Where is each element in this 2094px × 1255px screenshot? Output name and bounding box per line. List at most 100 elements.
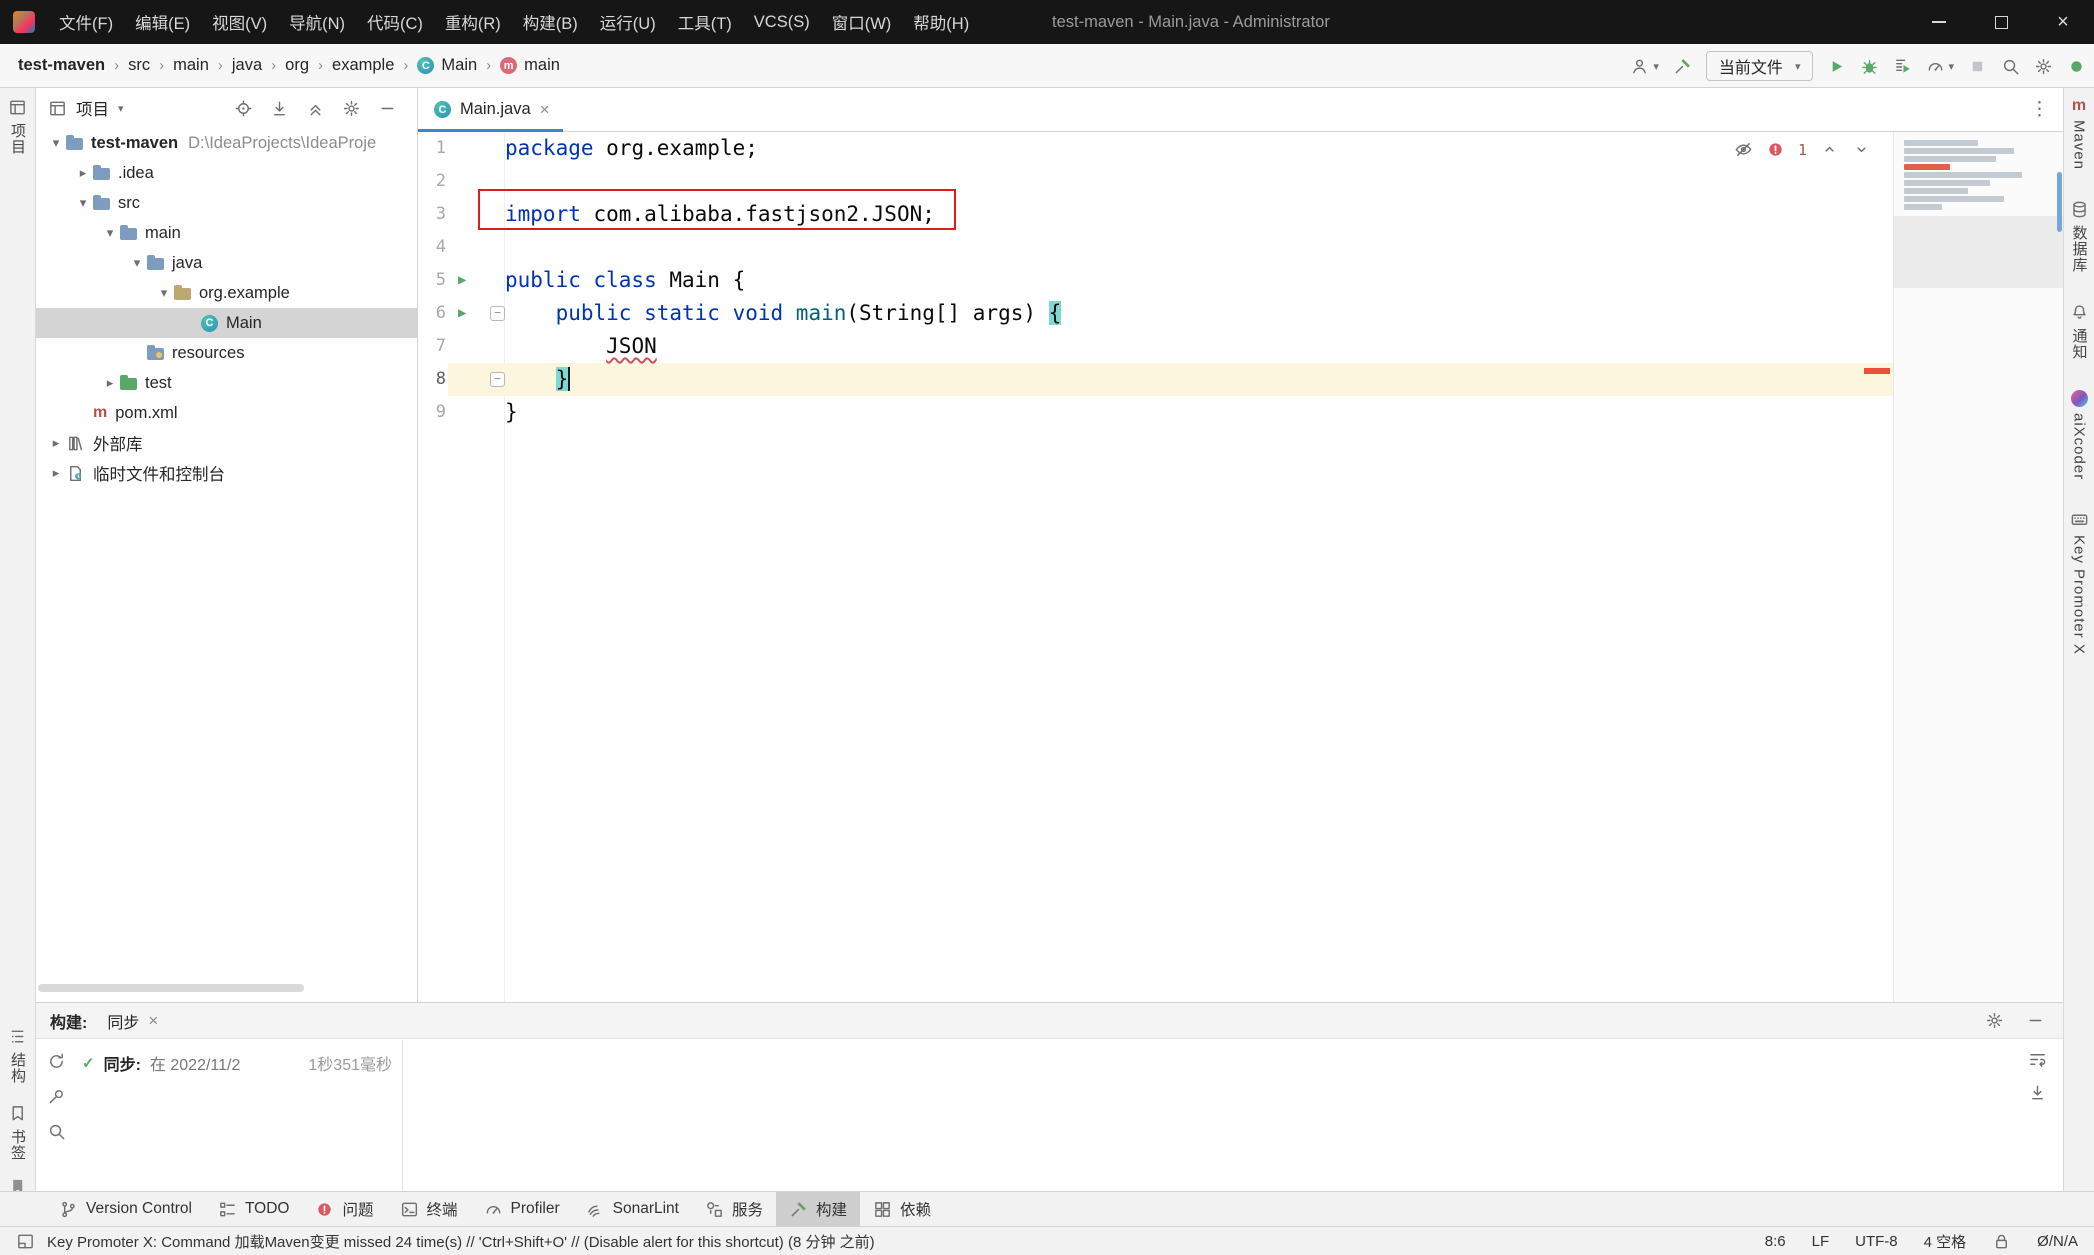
pin-icon[interactable] — [47, 1087, 66, 1106]
status-message[interactable]: Key Promoter X: Command 加载Maven变更 missed… — [47, 1231, 875, 1252]
toolwindow-button[interactable]: 构建 — [776, 1192, 860, 1226]
menubar-item[interactable]: 帮助(H) — [902, 0, 980, 44]
tree-row[interactable]: ▸.idea — [36, 158, 417, 188]
menubar-item[interactable]: 构建(B) — [512, 0, 589, 44]
toolwindow-button[interactable]: SonarLint — [573, 1192, 692, 1226]
stripe-button-structure[interactable]: 结构 — [7, 1023, 28, 1088]
build-hammer-button[interactable] — [1673, 57, 1692, 76]
caret-position[interactable]: 8:6 — [1765, 1233, 1786, 1250]
tab-main-java[interactable]: C Main.java × — [418, 88, 563, 132]
horizontal-scrollbar[interactable] — [38, 984, 304, 992]
settings-button[interactable] — [2034, 57, 2053, 76]
run-config-select[interactable]: 当前文件 ▾ — [1706, 51, 1814, 81]
gear-icon[interactable] — [1985, 1011, 2004, 1030]
status-extra[interactable]: Ø/N/A — [2037, 1233, 2078, 1250]
scrollbar-thumb[interactable] — [2057, 172, 2062, 232]
tree-row[interactable]: ▾main — [36, 218, 417, 248]
plugin-status-icon[interactable] — [2067, 57, 2086, 76]
menubar-item[interactable]: 编辑(E) — [124, 0, 201, 44]
breadcrumb-item[interactable]: example — [332, 56, 394, 75]
stripe-button-aixcoder[interactable]: aiXcoder — [2071, 386, 2088, 484]
toolwindow-button[interactable]: 依赖 — [860, 1192, 944, 1226]
tree-row[interactable]: ▾src — [36, 188, 417, 218]
breadcrumb-item[interactable]: src — [128, 56, 150, 75]
tree-row[interactable]: CMain — [36, 308, 417, 338]
line-number[interactable]: 8 — [418, 363, 446, 396]
profiler-button[interactable]: ▾ — [1926, 57, 1954, 76]
chevron-down-icon[interactable]: ▾ — [118, 102, 124, 115]
more-tabs-icon[interactable]: ⋮ — [2030, 98, 2049, 121]
user-menu-button[interactable]: ▾ — [1630, 57, 1659, 76]
menubar-item[interactable]: 视图(V) — [201, 0, 278, 44]
breadcrumb-item[interactable]: java — [232, 56, 262, 75]
menubar-item[interactable]: 工具(T) — [667, 0, 743, 44]
toolwindow-button[interactable]: 服务 — [692, 1192, 776, 1226]
next-error-icon[interactable] — [1852, 140, 1871, 159]
locate-file-icon[interactable] — [234, 99, 253, 118]
menubar-item[interactable]: 运行(U) — [589, 0, 667, 44]
soft-wrap-icon[interactable] — [2028, 1050, 2047, 1069]
tree-row[interactable]: resources — [36, 338, 417, 368]
scroll-to-end-icon[interactable] — [2028, 1083, 2047, 1102]
toolwindow-button[interactable]: Version Control — [46, 1192, 205, 1226]
coverage-button[interactable] — [1893, 57, 1912, 76]
tree-row[interactable]: ▾org.example — [36, 278, 417, 308]
error-stripe-mark[interactable] — [1864, 368, 1890, 374]
tree-row[interactable]: ▸test — [36, 368, 417, 398]
breadcrumb-item[interactable]: test-maven — [18, 56, 105, 75]
tree-chevron-icon[interactable]: ▸ — [46, 465, 66, 481]
stop-button[interactable] — [1968, 57, 1987, 76]
file-encoding[interactable]: UTF-8 — [1855, 1233, 1898, 1250]
prev-error-icon[interactable] — [1820, 140, 1839, 159]
fold-icon[interactable]: − — [490, 372, 505, 387]
tree-chevron-icon[interactable]: ▸ — [46, 435, 66, 451]
debug-button[interactable] — [1860, 57, 1879, 76]
line-number[interactable]: 5 — [418, 264, 446, 297]
rerun-icon[interactable] — [47, 1052, 66, 1071]
line-separator[interactable]: LF — [1812, 1233, 1830, 1250]
error-badge-icon[interactable] — [1766, 140, 1785, 159]
toolwindow-button[interactable]: 终端 — [387, 1192, 471, 1226]
highlighting-level-icon[interactable] — [1734, 140, 1753, 159]
collapse-all-icon[interactable] — [306, 99, 325, 118]
run-gutter-icon[interactable]: ▶ — [458, 264, 466, 297]
tree-row[interactable]: ▾test-mavenD:\IdeaProjects\IdeaProje — [36, 128, 417, 158]
tree-chevron-icon[interactable]: ▸ — [73, 165, 93, 181]
line-number[interactable]: 9 — [418, 396, 446, 429]
tree-chevron-icon[interactable]: ▾ — [100, 225, 120, 241]
lock-icon[interactable] — [1992, 1232, 2011, 1251]
code-minimap[interactable] — [1893, 132, 2063, 1002]
build-tab-sync[interactable]: 同步 × — [97, 1003, 168, 1038]
search-everywhere-button[interactable] — [2001, 57, 2020, 76]
indent-setting[interactable]: 4 空格 — [1924, 1231, 1967, 1252]
build-result-row[interactable]: ✓ 同步: 在 2022/11/2 1秒351毫秒 — [82, 1050, 392, 1076]
minimize-button[interactable] — [1908, 0, 1970, 44]
menubar-item[interactable]: 导航(N) — [278, 0, 356, 44]
inspect-icon[interactable] — [47, 1122, 66, 1141]
menubar-item[interactable]: VCS(S) — [743, 0, 821, 44]
line-number[interactable]: 4 — [418, 231, 446, 264]
menubar-item[interactable]: 重构(R) — [434, 0, 512, 44]
close-button[interactable]: × — [2032, 0, 2094, 44]
maximize-button[interactable] — [1970, 0, 2032, 44]
hide-panel-icon[interactable] — [378, 99, 397, 118]
breadcrumb-item[interactable]: mmain — [500, 56, 560, 75]
menubar-item[interactable]: 窗口(W) — [821, 0, 903, 44]
fold-icon[interactable]: − — [490, 306, 505, 321]
tree-row[interactable]: ▾java — [36, 248, 417, 278]
line-number[interactable]: 3 — [418, 198, 446, 231]
stripe-button-database[interactable]: 数据库 — [2069, 196, 2090, 277]
breadcrumb-item[interactable]: org — [285, 56, 309, 75]
toolwindow-button[interactable]: 问题 — [302, 1192, 386, 1226]
tree-row[interactable]: ▸外部库 — [36, 428, 417, 458]
tree-chevron-icon[interactable]: ▾ — [46, 135, 66, 151]
run-gutter-icon[interactable]: ▶ — [458, 297, 466, 330]
tab-close-icon[interactable]: × — [148, 1011, 158, 1031]
toolwindow-button[interactable]: Profiler — [471, 1192, 573, 1226]
breadcrumb-item[interactable]: CMain — [417, 56, 477, 75]
stripe-button-bell[interactable]: 通知 — [2069, 299, 2090, 364]
tree-chevron-icon[interactable]: ▾ — [154, 285, 174, 301]
line-number[interactable]: 1 — [418, 132, 446, 165]
line-number[interactable]: 2 — [418, 165, 446, 198]
tree-chevron-icon[interactable]: ▸ — [100, 375, 120, 391]
